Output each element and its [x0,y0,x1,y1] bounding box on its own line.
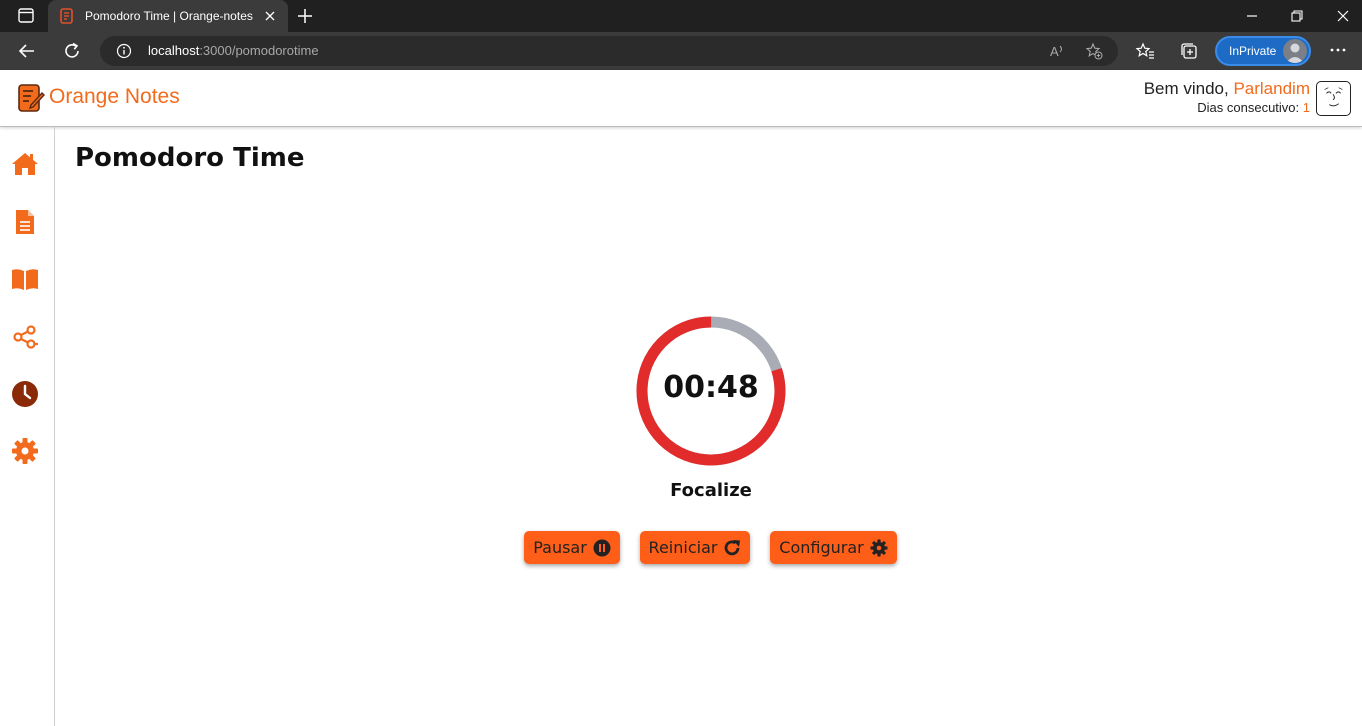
profile-person-icon [1286,43,1304,63]
pause-icon [593,539,611,556]
address-bar[interactable]: localhost:3000/pomodorotime A [100,36,1118,66]
tab-title: Pomodoro Time | Orange-notes [85,9,253,23]
profile-avatar [1283,39,1307,63]
clock-icon[interactable] [11,380,39,408]
app-header: Orange Notes Bem vindo, Parlandim Dias c… [0,70,1362,127]
streak-label: Dias consecutivo: [1197,100,1303,115]
user-avatar[interactable] [1316,81,1351,116]
share-nodes-icon[interactable] [11,323,39,351]
welcome-prefix: Bem vindo, [1143,79,1234,98]
timer-display: 00:48 [663,370,759,405]
redo-icon [725,539,741,555]
sidebar [0,127,55,726]
home-icon[interactable] [11,150,39,178]
gear-icon[interactable] [11,437,39,465]
inprivate-button[interactable]: InPrivate [1215,36,1311,66]
welcome-line: Bem vindo, Parlandim [1144,79,1310,99]
favorites-icon[interactable] [1135,41,1155,61]
document-icon[interactable] [11,208,39,236]
configure-button[interactable]: Configurar [770,531,897,564]
inprivate-label: InPrivate [1229,44,1277,58]
browser-tab[interactable]: Pomodoro Time | Orange-notes [48,0,288,32]
gear-icon [870,539,888,556]
orange-notes-logo-icon[interactable] [17,83,45,113]
close-tab-icon[interactable] [262,8,278,24]
book-icon[interactable] [11,265,39,293]
more-options-icon[interactable] [1328,40,1348,60]
pause-button-label: Pausar [533,538,587,557]
user-name: Parlandim [1233,79,1310,98]
restore-icon[interactable] [1289,8,1305,24]
pause-button[interactable]: Pausar [524,531,620,564]
timer-mode-label: Focalize [670,480,752,501]
tab-actions-icon[interactable] [10,7,38,25]
streak-value: 1 [1302,100,1310,115]
browser-toolbar: localhost:3000/pomodorotime A InPrivate [0,32,1362,70]
browser-titlebar: Pomodoro Time | Orange-notes [0,0,1362,32]
url-text: localhost:3000/pomodorotime [148,43,319,58]
svg-text:A: A [1050,44,1059,59]
configure-button-label: Configurar [779,538,864,557]
back-icon[interactable] [17,41,37,61]
restart-button[interactable]: Reiniciar [640,531,750,564]
restart-button-label: Reiniciar [648,538,718,557]
tab-favicon-icon [60,8,73,24]
streak-line: Dias consecutivo: 1 [1144,100,1310,115]
collections-icon[interactable] [1179,41,1199,61]
read-aloud-icon[interactable]: A [1048,42,1066,60]
brand-name[interactable]: Orange Notes [49,85,180,109]
close-window-icon[interactable] [1335,8,1351,24]
welcome-block: Bem vindo, Parlandim Dias consecutivo: 1 [1144,79,1310,115]
site-info-icon[interactable] [116,43,132,59]
new-tab-icon[interactable] [296,7,314,25]
refresh-icon[interactable] [62,41,82,61]
minimize-icon[interactable] [1244,8,1260,24]
page-title: Pomodoro Time [75,143,305,173]
add-favorite-icon[interactable] [1085,42,1103,60]
